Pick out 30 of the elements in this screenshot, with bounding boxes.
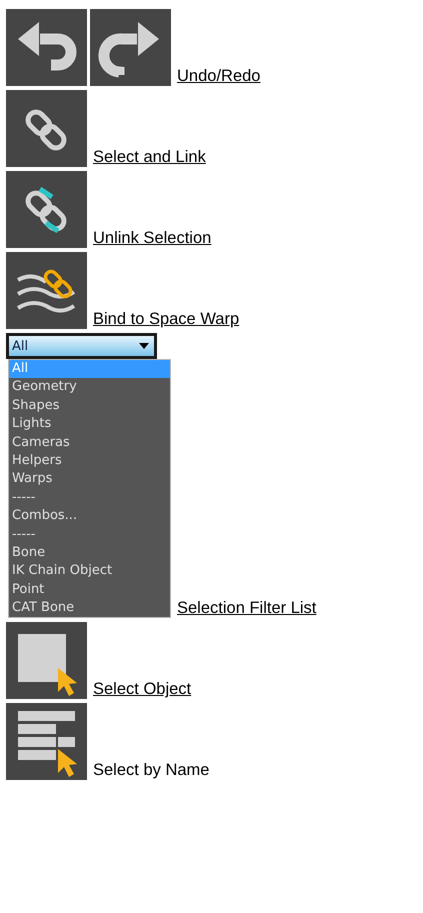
caret-icon — [139, 343, 149, 349]
unlink-icon[interactable] — [6, 171, 87, 248]
dropdown-option[interactable]: Shapes — [9, 396, 170, 416]
dropdown-option[interactable]: CAT Bone — [9, 599, 170, 618]
help-link[interactable]: Select and Link — [93, 148, 206, 167]
help-link[interactable]: Bind to Space Warp — [93, 310, 240, 329]
dropdown-option[interactable]: ----- — [9, 488, 170, 508]
dropdown-option[interactable]: Combos... — [9, 507, 170, 526]
link-waves-icon[interactable] — [6, 252, 87, 329]
select-by-name-icon[interactable] — [6, 703, 87, 780]
help-link[interactable]: Selection Filter List — [177, 599, 316, 618]
dropdown-option[interactable]: Point — [9, 580, 170, 600]
dropdown-option[interactable]: Helpers — [9, 452, 170, 470]
help-link[interactable]: Unlink Selection — [93, 229, 212, 248]
feature-label: Select by Name — [93, 761, 210, 780]
dropdown-option[interactable]: IK Chain Object — [9, 562, 170, 581]
filter-dropdown[interactable]: All — [6, 333, 157, 359]
link-icon[interactable] — [6, 90, 87, 167]
help-link[interactable]: Select Object — [93, 680, 192, 700]
dropdown-option[interactable]: Geometry — [9, 378, 170, 397]
select-object-icon[interactable] — [6, 622, 87, 700]
dropdown-option[interactable]: All — [9, 360, 170, 378]
dropdown-option[interactable]: Bone — [9, 544, 170, 562]
dropdown-option[interactable]: ----- — [9, 526, 170, 544]
dropdown-option[interactable]: Lights — [9, 415, 170, 434]
help-link[interactable]: Undo/Redo — [177, 67, 260, 86]
dropdown-option[interactable]: Warps — [9, 470, 170, 489]
undo-icon[interactable] — [6, 9, 87, 86]
dropdown-option[interactable]: Cameras — [9, 434, 170, 452]
redo-icon[interactable] — [90, 9, 171, 86]
